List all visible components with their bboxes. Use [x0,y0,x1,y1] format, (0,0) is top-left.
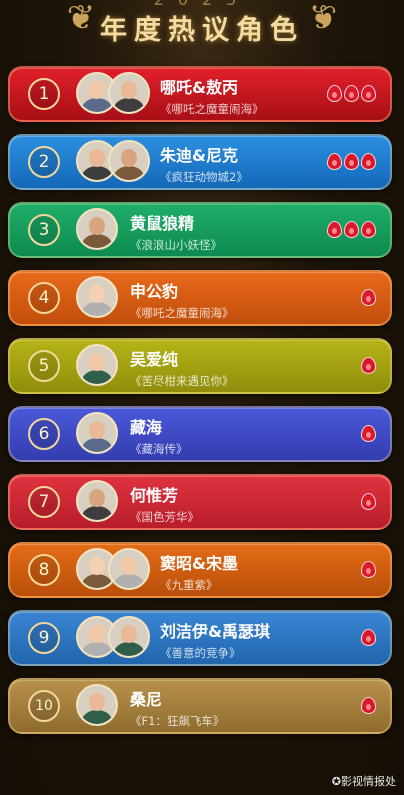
ranking-card[interactable]: 3 黄鼠狼精《浪浪山小妖怪》 [8,202,392,258]
character-name: 藏海 [130,418,163,437]
work-title: 《九重紫》 [160,578,218,592]
heat-rating [359,289,376,307]
avatar [108,616,150,658]
flame-icon [361,493,376,510]
flame-icon [327,153,342,170]
work-title: 《国色芳华》 [130,510,199,524]
flame-icon [327,221,342,238]
avatar [76,344,118,386]
ranking-card[interactable]: 6 藏海《藏海传》 [8,406,392,462]
ranking-card[interactable]: 7 何惟芳《国色芳华》 [8,474,392,530]
ranking-card[interactable]: 9 刘洁伊&禹瑟琪《善意的竞争》 [8,610,392,666]
flame-icon [361,153,376,170]
work-title: 《哪吒之魔童闹海》 [130,306,234,320]
rank-badge: 7 [28,486,60,518]
avatar [108,72,150,114]
character-name: 申公豹 [130,282,179,301]
ranking-card[interactable]: 1 哪吒&敖丙《哪吒之魔童闹海》 [8,66,392,122]
heat-rating [325,221,376,239]
work-title: 《浪浪山小妖怪》 [130,238,222,252]
rank-badge: 6 [28,418,60,450]
flame-icon [344,85,359,102]
heat-rating [359,561,376,579]
flame-icon [361,629,376,646]
work-title: 《藏海传》 [130,442,188,456]
page-header: 2025 ❦ 年度热议角色 ❦ [0,0,404,58]
ranking-card[interactable]: 4 申公豹《哪吒之魔童闹海》 [8,270,392,326]
avatar [76,684,118,726]
laurel-right-icon: ❦ [308,0,338,38]
work-title: 《善意的竞争》 [160,646,241,660]
character-name: 哪吒&敖丙 [160,78,238,97]
flame-icon [361,357,376,374]
rank-badge: 2 [28,146,60,178]
rank-badge: 5 [28,350,60,382]
avatar [76,208,118,250]
work-title: 《疯狂动物城2》 [160,170,248,184]
heat-rating [359,425,376,443]
heat-rating [359,629,376,647]
character-name: 朱迪&尼克 [160,146,238,165]
work-title: 《哪吒之魔童闹海》 [160,102,264,116]
ranking-card[interactable]: 5 吴爱纯《苦尽柑来遇见你》 [8,338,392,394]
watermark: ✪影视情报处 [331,775,396,788]
rank-badge: 10 [28,690,60,722]
rank-badge: 4 [28,282,60,314]
character-name: 桑尼 [130,690,163,709]
character-name: 黄鼠狼精 [130,214,195,233]
ranking-card[interactable]: 10 桑尼《F1：狂飙飞车》 [8,678,392,734]
flame-icon [361,561,376,578]
avatar [108,548,150,590]
flame-icon [344,221,359,238]
character-name: 何惟芳 [130,486,179,505]
ranking-card[interactable]: 8 窦昭&宋墨《九重紫》 [8,542,392,598]
work-title: 《苦尽柑来遇见你》 [130,374,234,388]
character-name: 刘洁伊&禹瑟琪 [160,622,270,641]
weibo-icon: ✪ [331,775,341,788]
heat-rating [359,357,376,375]
flame-icon [361,289,376,306]
work-title: 《F1：狂飙飞车》 [130,714,225,728]
rank-badge: 8 [28,554,60,586]
ranking-card[interactable]: 2 朱迪&尼克《疯狂动物城2》 [8,134,392,190]
flame-icon [361,425,376,442]
flame-icon [361,221,376,238]
avatar [76,276,118,318]
avatar [76,480,118,522]
heat-rating [325,153,376,171]
avatar [76,412,118,454]
flame-icon [344,153,359,170]
flame-icon [327,85,342,102]
avatar [108,140,150,182]
rank-badge: 1 [28,78,60,110]
flame-icon [361,85,376,102]
character-name: 窦昭&宋墨 [160,554,238,573]
heat-rating [325,85,376,103]
heat-rating [359,697,376,715]
page-title: 年度热议角色 [100,15,304,46]
rank-badge: 9 [28,622,60,654]
heat-rating [359,493,376,511]
flame-icon [361,697,376,714]
rank-badge: 3 [28,214,60,246]
character-name: 吴爱纯 [130,350,179,369]
